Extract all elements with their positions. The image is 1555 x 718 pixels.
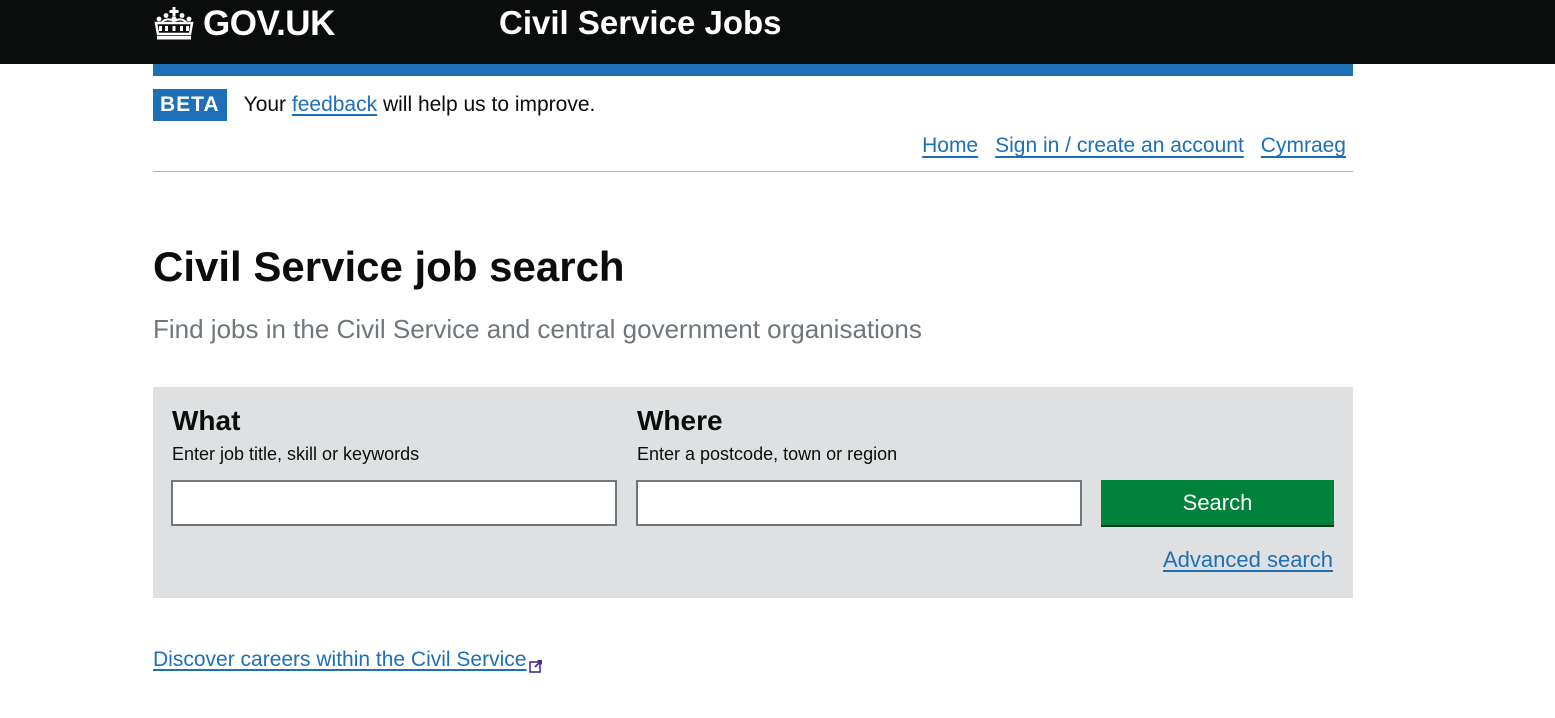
site-header: GOV.UK Civil Service Jobs: [0, 0, 1555, 64]
discover-careers-label: Discover careers within the Civil Servic…: [153, 648, 527, 671]
beta-text-before: Your: [243, 93, 292, 116]
govuk-logo-link[interactable]: GOV.UK: [153, 6, 335, 42]
what-input[interactable]: [171, 480, 617, 526]
beta-tag: BETA: [153, 89, 227, 121]
top-nav: Home Sign in / create an account Cymraeg: [922, 134, 1346, 158]
crown-icon: [153, 7, 195, 41]
govuk-logo-text: GOV.UK: [203, 4, 335, 43]
nav-home-link[interactable]: Home: [922, 134, 978, 158]
discover-careers-link[interactable]: Discover careers within the Civil Servic…: [153, 648, 543, 673]
page-title: Civil Service job search: [153, 243, 625, 290]
what-hint: Enter job title, skill or keywords: [172, 444, 420, 464]
nav-sign-in-link[interactable]: Sign in / create an account: [995, 134, 1244, 158]
header-blue-bar: [153, 64, 1353, 76]
advanced-search-link[interactable]: Advanced search: [1163, 547, 1333, 573]
what-label: What: [172, 405, 241, 436]
service-name-link[interactable]: Civil Service Jobs: [499, 4, 781, 42]
page-subtitle: Find jobs in the Civil Service and centr…: [153, 314, 922, 344]
search-button[interactable]: Search: [1101, 480, 1334, 525]
where-hint: Enter a postcode, town or region: [637, 444, 898, 464]
job-search-panel: What Enter job title, skill or keywords …: [153, 387, 1353, 598]
nav-cymraeg-link[interactable]: Cymraeg: [1261, 134, 1346, 158]
beta-text-after: will help us to improve.: [377, 93, 596, 116]
beta-banner: BETA Your feedback will help us to impro…: [153, 89, 595, 121]
where-input[interactable]: [636, 480, 1082, 526]
where-label: Where: [637, 405, 723, 436]
feedback-link[interactable]: feedback: [292, 93, 377, 116]
beta-text: Your feedback will help us to improve.: [244, 93, 596, 117]
nav-divider: [153, 171, 1353, 172]
external-link-icon: [529, 655, 543, 673]
